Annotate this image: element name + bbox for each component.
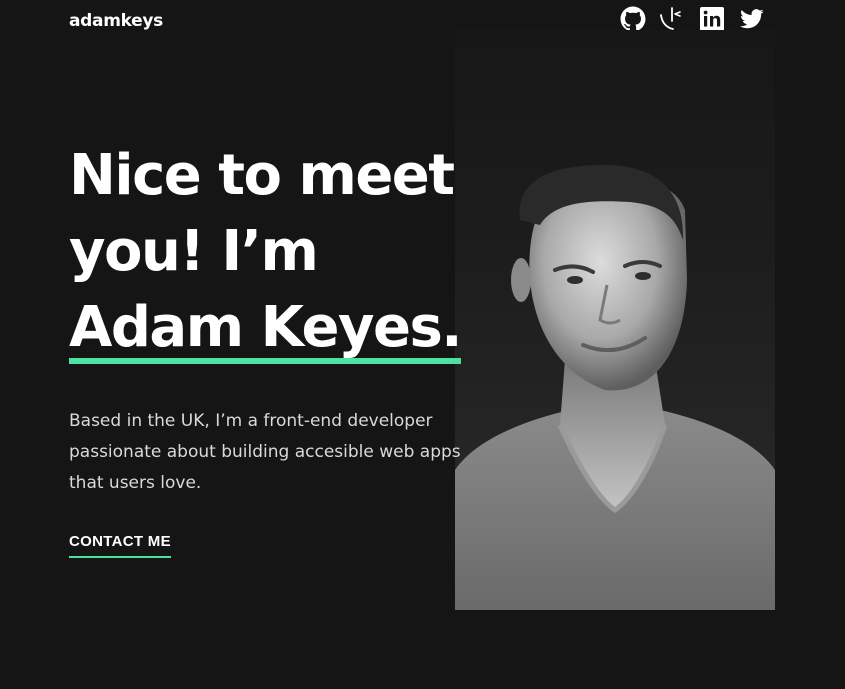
contact-me-button[interactable]: CONTACT ME — [69, 533, 171, 558]
hero-bio: Based in the UK, I’m a front-end develop… — [69, 411, 461, 493]
twitter-icon — [740, 9, 764, 29]
linkedin-icon — [700, 7, 724, 31]
frontend-mentor-icon — [660, 7, 681, 30]
headline-line-2: you! I’m — [69, 219, 319, 284]
site-logo[interactable]: adamkeys — [69, 10, 163, 32]
headline-name: Adam Keyes. — [69, 290, 463, 366]
linkedin-link[interactable] — [700, 7, 724, 31]
headline-line-1: Nice to meet — [69, 143, 455, 208]
github-icon — [620, 6, 646, 32]
portrait-illustration — [455, 165, 775, 610]
frontend-mentor-link[interactable] — [658, 6, 686, 32]
portfolio-page: adamkeys Nice to meet you! I’m Adam Keye… — [0, 0, 845, 689]
github-link[interactable] — [620, 6, 646, 32]
hero-headline: Nice to meet you! I’m Adam Keyes. — [69, 138, 489, 366]
profile-photo — [455, 30, 775, 610]
twitter-link[interactable] — [740, 8, 764, 30]
social-links — [620, 6, 764, 32]
